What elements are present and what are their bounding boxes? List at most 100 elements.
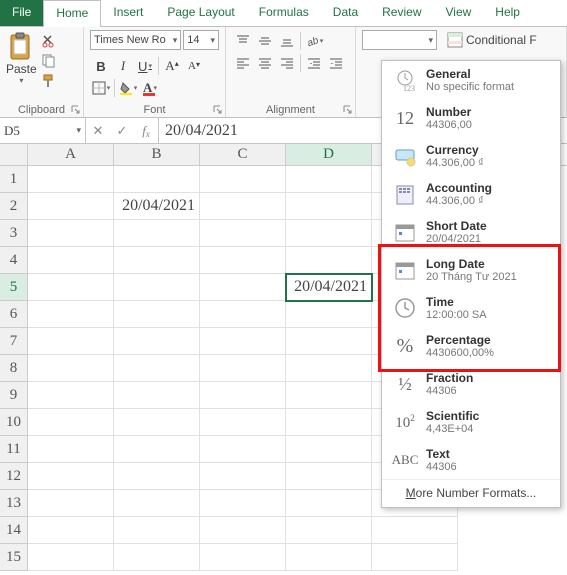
cell-C3[interactable]: [200, 220, 286, 247]
number-format-text[interactable]: ABCText44306: [382, 441, 560, 479]
cell-B15[interactable]: [114, 544, 200, 571]
row-header-2[interactable]: 2: [0, 193, 28, 220]
cell-D8[interactable]: [286, 355, 372, 382]
cell-A12[interactable]: [28, 463, 114, 490]
select-all-corner[interactable]: [0, 144, 28, 165]
tab-formulas[interactable]: Formulas: [247, 0, 321, 26]
col-header-C[interactable]: C: [200, 144, 286, 165]
cell-A5[interactable]: [28, 274, 114, 301]
italic-button[interactable]: I: [112, 56, 134, 76]
more-number-formats[interactable]: More Number Formats...: [382, 479, 560, 507]
cell-B12[interactable]: [114, 463, 200, 490]
cell-A8[interactable]: [28, 355, 114, 382]
cell-B2[interactable]: 20/04/2021: [114, 193, 200, 220]
cell-C11[interactable]: [200, 436, 286, 463]
cell-B9[interactable]: [114, 382, 200, 409]
align-top-button[interactable]: [232, 31, 254, 51]
col-header-D[interactable]: D: [286, 144, 372, 165]
row-header-14[interactable]: 14: [0, 517, 28, 544]
cell-E15[interactable]: [372, 544, 458, 571]
cell-B5[interactable]: [114, 274, 200, 301]
cell-D10[interactable]: [286, 409, 372, 436]
number-format-combo[interactable]: ▾: [362, 30, 437, 50]
fill-color-button[interactable]: ▾: [117, 78, 139, 98]
cell-D11[interactable]: [286, 436, 372, 463]
cell-C8[interactable]: [200, 355, 286, 382]
cut-button[interactable]: [39, 32, 59, 50]
cell-D1[interactable]: [286, 166, 372, 193]
row-header-12[interactable]: 12: [0, 463, 28, 490]
cell-A2[interactable]: [28, 193, 114, 220]
cell-E14[interactable]: [372, 517, 458, 544]
cell-A4[interactable]: [28, 247, 114, 274]
underline-button[interactable]: U▾: [134, 56, 156, 76]
cell-B7[interactable]: [114, 328, 200, 355]
cell-C10[interactable]: [200, 409, 286, 436]
cell-C1[interactable]: [200, 166, 286, 193]
tab-view[interactable]: View: [434, 0, 484, 26]
tab-help[interactable]: Help: [483, 0, 532, 26]
tab-home[interactable]: Home: [43, 0, 101, 26]
cell-C14[interactable]: [200, 517, 286, 544]
cell-D4[interactable]: [286, 247, 372, 274]
number-format-short-date[interactable]: Short Date20/04/2021: [382, 213, 560, 251]
align-bottom-button[interactable]: [276, 31, 298, 51]
cell-D14[interactable]: [286, 517, 372, 544]
cell-C7[interactable]: [200, 328, 286, 355]
align-right-button[interactable]: [276, 53, 298, 73]
insert-function-button[interactable]: fx: [138, 123, 154, 139]
cell-D6[interactable]: [286, 301, 372, 328]
tab-page-layout[interactable]: Page Layout: [155, 0, 246, 26]
font-launcher[interactable]: [213, 105, 223, 115]
copy-button[interactable]: [39, 52, 59, 70]
cell-D13[interactable]: [286, 490, 372, 517]
increase-font-button[interactable]: A▴: [161, 56, 183, 76]
row-header-4[interactable]: 4: [0, 247, 28, 274]
row-header-13[interactable]: 13: [0, 490, 28, 517]
align-center-button[interactable]: [254, 53, 276, 73]
row-header-1[interactable]: 1: [0, 166, 28, 193]
row-header-10[interactable]: 10: [0, 409, 28, 436]
tab-file[interactable]: File: [0, 0, 43, 26]
borders-button[interactable]: ▾: [90, 78, 112, 98]
row-header-15[interactable]: 15: [0, 544, 28, 571]
bold-button[interactable]: B: [90, 56, 112, 76]
cell-C9[interactable]: [200, 382, 286, 409]
number-format-percentage[interactable]: %Percentage4430600,00%: [382, 327, 560, 365]
cell-B8[interactable]: [114, 355, 200, 382]
cell-A1[interactable]: [28, 166, 114, 193]
cell-B6[interactable]: [114, 301, 200, 328]
cell-C5[interactable]: [200, 274, 286, 301]
cell-A14[interactable]: [28, 517, 114, 544]
cell-A7[interactable]: [28, 328, 114, 355]
row-header-3[interactable]: 3: [0, 220, 28, 247]
col-header-B[interactable]: B: [114, 144, 200, 165]
row-header-9[interactable]: 9: [0, 382, 28, 409]
cell-D9[interactable]: [286, 382, 372, 409]
number-format-time[interactable]: Time12:00:00 SA: [382, 289, 560, 327]
number-format-general[interactable]: 123GeneralNo specific format: [382, 61, 560, 99]
font-color-button[interactable]: A▾: [139, 78, 161, 98]
cell-B14[interactable]: [114, 517, 200, 544]
cell-D7[interactable]: [286, 328, 372, 355]
font-name-combo[interactable]: Times New Ro▾: [90, 30, 181, 50]
cell-D3[interactable]: [286, 220, 372, 247]
tab-insert[interactable]: Insert: [101, 0, 155, 26]
cell-A15[interactable]: [28, 544, 114, 571]
cell-B11[interactable]: [114, 436, 200, 463]
font-size-combo[interactable]: 14▾: [183, 30, 219, 50]
cell-C4[interactable]: [200, 247, 286, 274]
conditional-formatting-button[interactable]: Conditional F: [447, 30, 537, 50]
cell-A9[interactable]: [28, 382, 114, 409]
format-painter-button[interactable]: [39, 72, 59, 90]
confirm-formula-button[interactable]: ✓: [114, 123, 130, 139]
col-header-A[interactable]: A: [28, 144, 114, 165]
cell-B10[interactable]: [114, 409, 200, 436]
increase-indent-button[interactable]: [325, 53, 347, 73]
row-header-11[interactable]: 11: [0, 436, 28, 463]
cell-D2[interactable]: [286, 193, 372, 220]
clipboard-launcher[interactable]: [71, 105, 81, 115]
cell-D5[interactable]: 20/04/2021: [286, 274, 372, 301]
number-format-number[interactable]: 12Number44306,00: [382, 99, 560, 137]
cell-A11[interactable]: [28, 436, 114, 463]
